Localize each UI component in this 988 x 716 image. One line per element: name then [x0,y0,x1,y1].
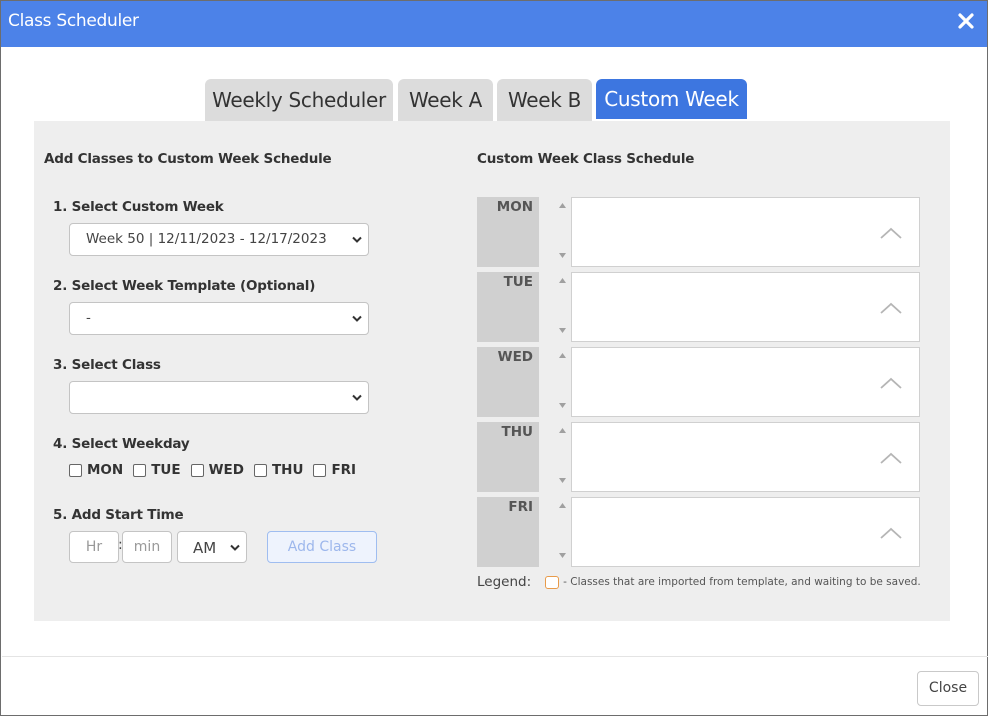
day-label: THU [477,422,539,492]
class-scheduler-dialog: Class Scheduler Weekly Scheduler Week A … [0,0,988,716]
chevron-down-icon [352,236,362,243]
day-row-mon: MON [477,197,920,267]
chevron-down-icon [352,394,362,401]
tab-week-a[interactable]: Week A [398,79,493,121]
scroll-up-icon[interactable] [559,353,566,358]
chevron-up-icon[interactable] [880,527,902,539]
tab-custom-week[interactable]: Custom Week [596,79,747,119]
footer-divider [2,656,988,657]
weekday-checkboxes: MON TUE WED THU FRI [69,461,366,479]
day-label: FRI [477,497,539,567]
legend: Legend: - Classes that are imported from… [477,573,921,591]
custom-week-panel: Add Classes to Custom Week Schedule 1. S… [34,121,950,621]
tab-weekly-scheduler[interactable]: Weekly Scheduler [205,79,393,121]
chevron-down-icon [230,544,240,551]
scrollbar[interactable] [539,197,571,267]
day-class-list[interactable] [571,422,920,492]
day-class-list[interactable] [571,197,920,267]
select-custom-week-label: 1. Select Custom Week [53,199,224,215]
chevron-up-icon[interactable] [880,227,902,239]
start-time-label: 5. Add Start Time [53,507,184,523]
chevron-down-icon [352,315,362,322]
day-class-list[interactable] [571,272,920,342]
weekday-thu[interactable]: THU [253,462,303,478]
legend-label: Legend: [477,574,532,590]
custom-week-value: Week 50 | 12/11/2023 - 12/17/2023 [86,231,327,247]
hour-input[interactable]: Hr [69,531,119,563]
week-template-select[interactable]: - [69,302,369,335]
weekday-fri[interactable]: FRI [313,462,356,478]
scrollbar[interactable] [539,422,571,492]
scroll-down-icon[interactable] [559,403,566,408]
day-class-list[interactable] [571,497,920,567]
window-title: Class Scheduler [8,11,139,31]
legend-text: - Classes that are imported from templat… [563,576,921,588]
custom-week-select[interactable]: Week 50 | 12/11/2023 - 12/17/2023 [69,223,369,256]
day-row-tue: TUE [477,272,920,342]
week-template-value: - [86,310,91,326]
add-class-button[interactable]: Add Class [267,531,377,563]
checkbox[interactable] [190,463,204,477]
scroll-down-icon[interactable] [559,553,566,558]
day-label: TUE [477,272,539,342]
weekday-wed[interactable]: WED [190,462,244,478]
scroll-up-icon[interactable] [559,278,566,283]
checkbox[interactable] [253,463,267,477]
class-select[interactable] [69,381,369,414]
weekday-tue[interactable]: TUE [133,462,181,478]
chevron-up-icon[interactable] [880,302,902,314]
ampm-select[interactable]: AM [177,531,247,563]
scroll-up-icon[interactable] [559,503,566,508]
titlebar: Class Scheduler [1,1,987,47]
select-template-label: 2. Select Week Template (Optional) [53,278,316,294]
day-row-thu: THU [477,422,920,492]
close-x-icon[interactable] [955,10,977,32]
scroll-down-icon[interactable] [559,328,566,333]
select-weekday-label: 4. Select Weekday [53,436,190,452]
scrollbar[interactable] [539,497,571,567]
scroll-up-icon[interactable] [559,428,566,433]
add-classes-heading: Add Classes to Custom Week Schedule [44,151,332,167]
schedule-heading: Custom Week Class Schedule [477,151,695,167]
day-label: MON [477,197,539,267]
day-row-wed: WED [477,347,920,417]
chevron-up-icon[interactable] [880,377,902,389]
legend-swatch [545,575,560,589]
day-label: WED [477,347,539,417]
tab-week-b[interactable]: Week B [497,79,592,121]
scroll-down-icon[interactable] [559,478,566,483]
select-class-label: 3. Select Class [53,357,161,373]
scrollbar[interactable] [539,272,571,342]
checkbox[interactable] [313,463,327,477]
ampm-value: AM [193,539,217,557]
scroll-up-icon[interactable] [559,203,566,208]
close-button[interactable]: Close [917,671,979,706]
day-class-list[interactable] [571,347,920,417]
checkbox[interactable] [69,463,82,477]
minute-input[interactable]: min [122,531,172,563]
scrollbar[interactable] [539,347,571,417]
chevron-up-icon[interactable] [880,452,902,464]
scroll-down-icon[interactable] [559,253,566,258]
day-row-fri: FRI [477,497,920,567]
checkbox[interactable] [133,463,147,477]
weekday-mon[interactable]: MON [69,462,123,478]
